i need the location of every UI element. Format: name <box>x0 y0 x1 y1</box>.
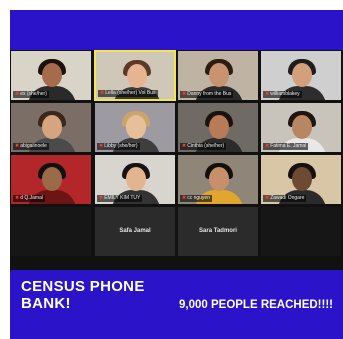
participant-name: Cinthia (she/her) <box>187 143 225 149</box>
video-tile[interactable]: ✖Libby (she/her) <box>94 102 176 153</box>
participant-name-tag: ✖williamblakey <box>263 91 302 98</box>
video-tile[interactable]: ✖Zawadi Ongare <box>260 154 342 205</box>
participant-name-tag: ✖ex (she/her) <box>13 91 49 98</box>
participant-face <box>42 63 62 87</box>
post-frame: ✖ex (she/her) ✖Lella (she/her) Vol Bus ✖Da… <box>10 10 343 339</box>
muted-mic-icon: ✖ <box>15 143 20 149</box>
participant-name-tag: ✖Cinthia (she/her) <box>180 143 227 150</box>
video-tile-empty[interactable] <box>10 206 92 257</box>
participant-face <box>42 115 62 139</box>
participant-name: abigaiinoele <box>20 143 47 149</box>
participant-name: Fatima E. Jamal <box>270 143 307 149</box>
participant-face <box>126 167 146 191</box>
video-tile[interactable]: ✖EMILY KIM TUY <box>94 154 176 205</box>
video-tile[interactable]: Sara Tadmori <box>177 206 259 257</box>
participant-name-center: Safa Jamal <box>119 228 151 234</box>
video-tile[interactable]: ✖Lella (she/her) Vol Bus <box>94 50 176 101</box>
participant-name: d Q.Jamal <box>20 195 43 201</box>
participant-name-tag: ✖EMILY KIM TUY <box>97 195 143 202</box>
muted-mic-icon: ✖ <box>99 143 104 149</box>
video-grid: ✖ex (she/her) ✖Lella (she/her) Vol Bus ✖Da… <box>10 50 343 270</box>
muted-mic-icon: ✖ <box>265 91 270 97</box>
participant-face <box>209 63 229 87</box>
people-reached-text: 9,000 PEOPLE REACHED!!!! <box>179 299 334 311</box>
participant-face <box>126 115 146 139</box>
muted-mic-icon: ✖ <box>100 90 105 96</box>
participant-name: williamblakey <box>270 91 300 97</box>
muted-mic-icon: ✖ <box>99 195 104 201</box>
muted-mic-icon: ✖ <box>15 195 20 201</box>
participant-name: Danny from the Bus <box>187 91 232 97</box>
participant-name-tag: ✖Fatima E. Jamal <box>263 143 309 150</box>
participant-face <box>209 167 229 191</box>
participant-name: ex (she/her) <box>20 91 47 97</box>
muted-mic-icon: ✖ <box>182 91 187 97</box>
participant-name-center: Sara Tadmori <box>199 228 237 234</box>
video-tile[interactable]: ✖ex (she/her) <box>10 50 92 101</box>
muted-mic-icon: ✖ <box>182 195 187 201</box>
participant-name-tag: ✖d Q.Jamal <box>13 195 45 202</box>
participant-name-tag: ✖abigaiinoele <box>13 143 49 150</box>
participant-name-tag: ✖Libby (she/her) <box>97 143 140 150</box>
muted-mic-icon: ✖ <box>265 195 270 201</box>
participant-face <box>209 115 229 139</box>
participant-name: Lella (she/her) Vol Bus <box>105 90 156 96</box>
muted-mic-icon: ✖ <box>265 143 270 149</box>
participant-name: EMILY KIM TUY <box>104 195 141 201</box>
video-tile[interactable]: ✖Danny from the Bus <box>177 50 259 101</box>
participant-face <box>42 167 62 191</box>
participant-face <box>292 115 312 139</box>
muted-mic-icon: ✖ <box>182 143 187 149</box>
participant-name: Zawadi Ongare <box>270 195 305 201</box>
muted-mic-icon: ✖ <box>15 91 20 97</box>
participant-face <box>292 63 312 87</box>
participant-name-tag: ✖Danny from the Bus <box>180 91 234 98</box>
participant-name-tag: ✖Zawadi Ongare <box>263 195 307 202</box>
video-tile[interactable]: Safa Jamal <box>94 206 176 257</box>
participant-face <box>292 167 312 191</box>
video-tile[interactable]: ✖Cinthia (she/her) <box>177 102 259 153</box>
video-tile[interactable]: ✖williamblakey <box>260 50 342 101</box>
participant-name: cc nguyen <box>187 195 210 201</box>
participant-name: Libby (she/her) <box>104 143 138 149</box>
video-tile[interactable]: ✖cc nguyen <box>177 154 259 205</box>
video-tile[interactable]: ✖abigaiinoele <box>10 102 92 153</box>
headline-text: CENSUS PHONE BANK! <box>21 278 145 312</box>
video-tile[interactable]: ✖d Q.Jamal <box>10 154 92 205</box>
participant-face <box>127 64 147 88</box>
participant-name-tag: ✖cc nguyen <box>180 195 212 202</box>
participant-name-tag: ✖Lella (she/her) Vol Bus <box>98 90 158 97</box>
video-tile[interactable]: ✖Fatima E. Jamal <box>260 102 342 153</box>
video-tile-empty[interactable] <box>260 206 342 257</box>
